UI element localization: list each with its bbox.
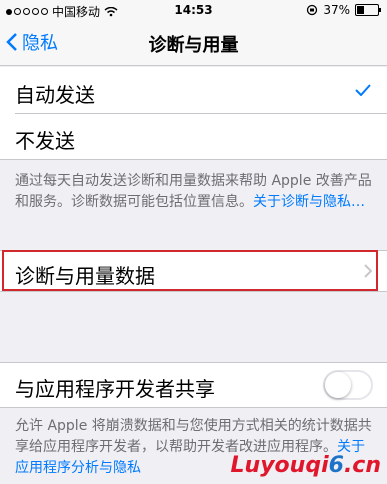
status-bar: 中国移动 14:53 37% [0, 0, 387, 20]
row-label: 与应用程序开发者共享 [15, 377, 215, 401]
share-toggle[interactable] [323, 370, 373, 400]
site-watermark: Luyouqi6.cn [230, 453, 381, 478]
group-bottom-border [0, 159, 387, 160]
navigation-bar: 隐私 诊断与用量 [0, 20, 387, 66]
group-bottom-border [0, 291, 387, 292]
highlight-box [2, 250, 378, 291]
battery-icon [355, 4, 381, 16]
group-bottom-border [0, 407, 387, 408]
privacy-link[interactable]: 关于诊断与隐私… [253, 194, 365, 210]
option-label: 自动发送 [15, 83, 95, 107]
option-auto-send[interactable]: 自动发送 [0, 67, 387, 113]
page-title: 诊断与用量 [148, 35, 239, 56]
toggle-knob [325, 372, 351, 398]
send-options-group: 自动发送 不发送 [0, 67, 387, 160]
option-dont-send[interactable]: 不发送 [0, 114, 387, 160]
share-developers-row: 与应用程序开发者共享 [0, 362, 387, 408]
share-group: 与应用程序开发者共享 [0, 362, 387, 408]
send-footer-note: 通过每天自动发送诊断和用量数据来帮助 Apple 改善产品和服务。诊断数据可能包… [15, 171, 377, 213]
option-label: 不发送 [15, 129, 75, 153]
footer-text: 允许 Apple 将崩溃数据和与您使用方式相关的统计数据共享给应用程序开发者，以… [15, 418, 372, 455]
status-right: 37% [306, 3, 381, 17]
rotation-lock-icon [307, 4, 318, 16]
checkmark-icon [355, 84, 371, 96]
battery-percent: 37% [323, 3, 350, 17]
